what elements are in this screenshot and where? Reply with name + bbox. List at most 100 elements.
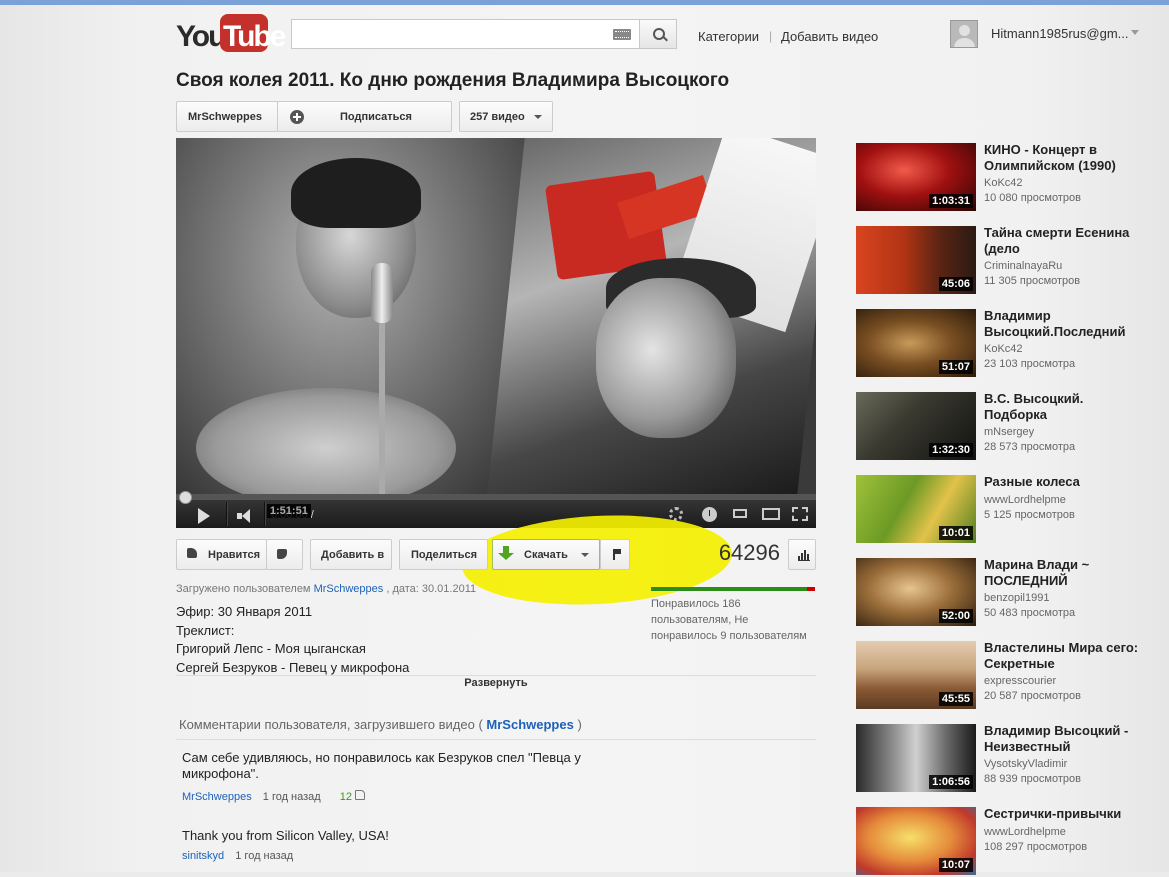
- chevron-down-icon: [581, 553, 589, 557]
- related-video-item[interactable]: 45:06 Тайна смерти Есенина (дело Crimina…: [856, 225, 1156, 296]
- video-thumbnail[interactable]: 45:55: [856, 641, 976, 709]
- nav-categories-link[interactable]: Категории: [698, 29, 759, 44]
- stats-icon: [798, 549, 810, 561]
- total-duration: 1:51:51: [266, 504, 311, 518]
- related-video-channel: wwwLordhelpme: [984, 826, 1066, 838]
- related-video-item[interactable]: 45:55 Властелины Мира сего: Секретные ex…: [856, 640, 1156, 711]
- related-video-channel: expresscourier: [984, 675, 1057, 687]
- related-video-item[interactable]: 51:07 Владимир Высоцкий.Последний KoKc42…: [856, 308, 1156, 379]
- controls-divider: [226, 502, 228, 526]
- subscribe-button[interactable]: Подписаться: [277, 101, 452, 132]
- related-video-channel: benzopil1991: [984, 592, 1050, 604]
- related-video-title[interactable]: Разные колеса: [984, 474, 1144, 490]
- uploader-link[interactable]: MrSchweppes: [314, 583, 384, 595]
- video-microphone: [371, 263, 393, 323]
- video-thumbnail[interactable]: 10:01: [856, 475, 976, 543]
- video-thumbnail[interactable]: 1:32:30: [856, 392, 976, 460]
- fullscreen-icon[interactable]: [792, 507, 808, 521]
- upload-date: , дата: 30.01.2011: [386, 583, 477, 595]
- likes-stats: Понравилось 186 пользователям, Не понрав…: [651, 596, 819, 644]
- avatar[interactable]: [950, 20, 978, 48]
- youtube-logo[interactable]: You Tube: [176, 14, 286, 54]
- view-count: 64296: [718, 540, 780, 565]
- clock-icon[interactable]: [702, 507, 717, 522]
- related-video-title[interactable]: Тайна смерти Есенина (дело: [984, 225, 1144, 256]
- channel-name: MrSchweppes: [188, 111, 262, 123]
- flag-icon: [613, 549, 621, 560]
- play-icon[interactable]: [198, 508, 210, 524]
- thumbs-down-icon: [277, 549, 287, 559]
- related-video-title[interactable]: Владимир Высоцкий - Неизвестный: [984, 723, 1144, 754]
- video-thumbnail[interactable]: 45:06: [856, 226, 976, 294]
- related-video-item[interactable]: 1:32:30 В.С. Высоцкий. Подборка mNsergey…: [856, 391, 1156, 462]
- progress-scrubber[interactable]: [179, 491, 192, 504]
- channel-button[interactable]: MrSchweppes: [176, 101, 278, 132]
- like-button[interactable]: Нравится: [176, 539, 267, 570]
- related-video-item[interactable]: 52:00 Марина Влади ~ ПОСЛЕДНИЙ benzopil1…: [856, 557, 1156, 628]
- related-video-item[interactable]: 10:07 Сестрички-привычки wwwLordhelpme 1…: [856, 806, 1156, 877]
- duration-badge: 52:00: [938, 609, 973, 623]
- video-thumbnail[interactable]: 1:03:31: [856, 143, 976, 211]
- related-video-views: 28 573 просмотра: [984, 441, 1076, 453]
- description-line: Григорий Лепс - Моя цыганская: [176, 641, 366, 656]
- keyboard-icon[interactable]: [613, 29, 631, 40]
- stats-button[interactable]: [788, 539, 816, 570]
- related-video-item[interactable]: 10:01 Разные колеса wwwLordhelpme 5 125 …: [856, 474, 1156, 545]
- related-video-channel: CriminalnayaRu: [984, 260, 1063, 272]
- related-video-title[interactable]: Марина Влади ~ ПОСЛЕДНИЙ: [984, 557, 1144, 588]
- dislike-button[interactable]: [266, 539, 303, 570]
- comment-meta: sinitskyd 1 год назад: [182, 850, 293, 862]
- comment-author[interactable]: sinitskyd: [182, 850, 224, 862]
- username[interactable]: Hitmann1985rus@gm...: [991, 26, 1128, 41]
- search-input[interactable]: [296, 21, 600, 49]
- likes-ratio-bar: [651, 587, 815, 591]
- chevron-down-icon[interactable]: [1131, 30, 1139, 35]
- related-video-item[interactable]: 1:06:56 Владимир Высоцкий - Неизвестный …: [856, 723, 1156, 794]
- duration-badge: 45:06: [938, 277, 973, 291]
- video-thumbnail[interactable]: 52:00: [856, 558, 976, 626]
- small-player-icon[interactable]: [733, 509, 747, 518]
- video-title: Своя колея 2011. Ко дню рождения Владими…: [176, 70, 730, 91]
- large-player-icon[interactable]: [762, 508, 780, 520]
- related-video-title[interactable]: КИНО - Концерт в Олимпийском (1990): [984, 142, 1144, 173]
- related-video-item[interactable]: 1:03:31 КИНО - Концерт в Олимпийском (19…: [856, 142, 1156, 213]
- video-thumbnail[interactable]: 1:06:56: [856, 724, 976, 792]
- comment-text: Сам себе удивляюсь, но понравилось как Б…: [182, 750, 581, 781]
- progress-bar[interactable]: [176, 494, 816, 500]
- comments-header-channel[interactable]: MrSchweppes: [486, 717, 573, 732]
- duration-badge: 45:55: [938, 692, 973, 706]
- add-to-button[interactable]: Добавить в: [310, 539, 392, 570]
- logo-you-text: You: [176, 20, 226, 53]
- download-label: Скачать: [524, 549, 568, 561]
- video-thumbnail[interactable]: 10:07: [856, 807, 976, 875]
- related-video-title[interactable]: Сестрички-привычки: [984, 806, 1144, 822]
- video-player[interactable]: 0:00:00 / 1:51:51: [176, 138, 816, 528]
- duration-badge: 51:07: [938, 360, 973, 374]
- video-thumbnail[interactable]: 51:07: [856, 309, 976, 377]
- thumbs-up-icon[interactable]: [355, 790, 366, 800]
- video-mic-stand: [379, 318, 385, 494]
- chevron-down-icon: [534, 115, 542, 119]
- download-button[interactable]: Скачать: [492, 539, 600, 570]
- share-button[interactable]: Поделиться: [399, 539, 488, 570]
- volume-icon[interactable]: [237, 509, 255, 523]
- add-to-label: Добавить в: [321, 549, 385, 561]
- controls-divider: [264, 502, 266, 526]
- duration-badge: 1:06:56: [929, 775, 973, 789]
- related-video-title[interactable]: Властелины Мира сего: Секретные: [984, 640, 1144, 671]
- video-frame[interactable]: [176, 138, 816, 494]
- video-count-dropdown[interactable]: 257 видео: [459, 101, 553, 132]
- search-button[interactable]: [640, 19, 677, 49]
- related-video-title[interactable]: Владимир Высоцкий.Последний: [984, 308, 1144, 339]
- nav-upload-link[interactable]: Добавить видео: [781, 29, 878, 44]
- download-arrow-icon: [498, 546, 514, 560]
- like-label: Нравится: [208, 549, 261, 561]
- related-video-views: 10 080 просмотров: [984, 192, 1081, 204]
- flag-button[interactable]: [600, 539, 630, 570]
- expand-button[interactable]: Развернуть: [176, 677, 816, 689]
- related-video-title[interactable]: В.С. Высоцкий. Подборка: [984, 391, 1144, 422]
- comment-author[interactable]: MrSchweppes: [182, 791, 252, 803]
- video-description: Эфир: 30 Января 2011 Треклист: Григорий …: [176, 603, 409, 677]
- related-video-views: 11 305 просмотров: [984, 275, 1081, 287]
- video-face-right: [596, 278, 736, 438]
